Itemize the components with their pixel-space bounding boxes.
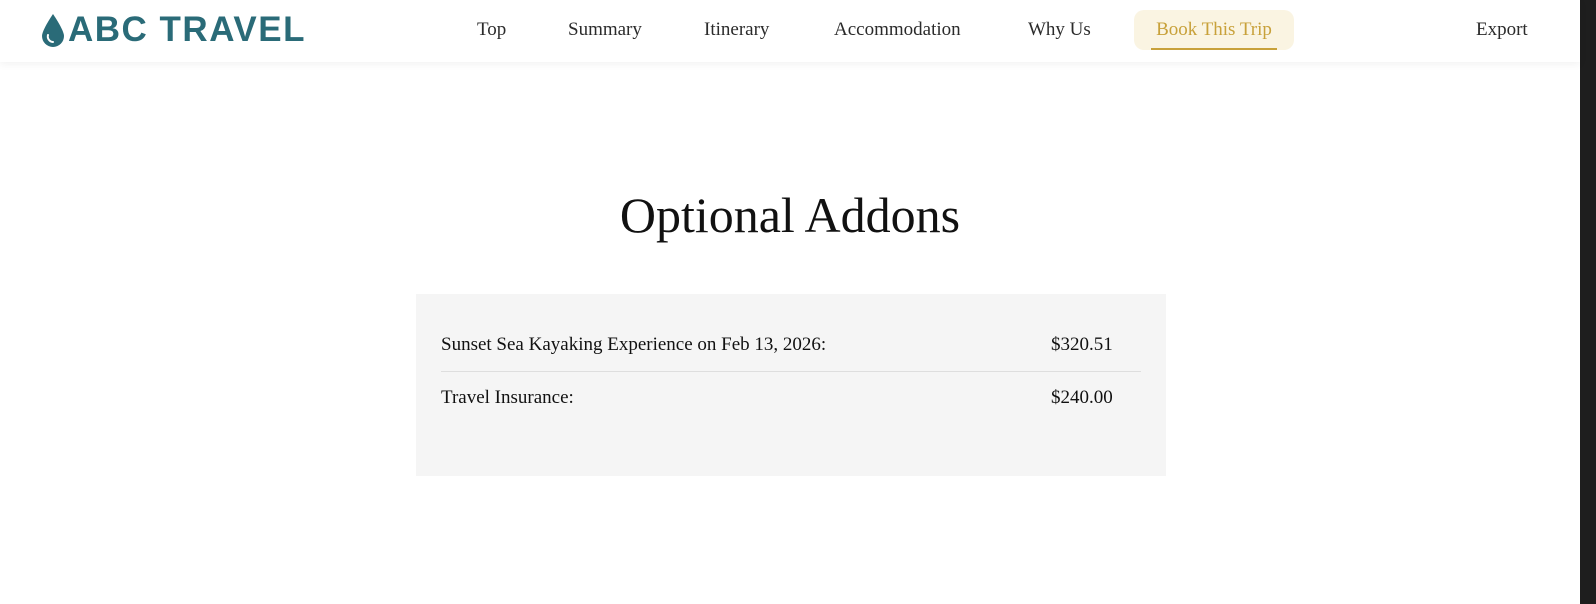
addon-label: Sunset Sea Kayaking Experience on Feb 13… [441, 334, 827, 355]
nav-itinerary[interactable]: Itinerary [704, 10, 769, 50]
nav-top[interactable]: Top [477, 10, 506, 50]
nav-why-us[interactable]: Why Us [1028, 10, 1091, 50]
addon-row: Travel Insurance: $240.00 [441, 372, 1141, 424]
addon-price: $320.51 [1051, 334, 1113, 355]
addons-panel: Sunset Sea Kayaking Experience on Feb 13… [416, 294, 1166, 476]
addon-price: $240.00 [1051, 387, 1113, 408]
window-scrollbar[interactable] [1580, 0, 1596, 604]
page: ABC TRAVEL Top Summary Itinerary Accommo… [0, 0, 1580, 604]
book-this-trip-label: Book This Trip [1156, 19, 1272, 40]
export-button[interactable]: Export [1476, 10, 1528, 50]
nav-accommodation[interactable]: Accommodation [834, 10, 961, 50]
brand-logo[interactable]: ABC TRAVEL [40, 10, 306, 50]
brand-name: ABC TRAVEL [68, 10, 306, 49]
addon-label: Travel Insurance: [441, 387, 574, 408]
addon-row: Sunset Sea Kayaking Experience on Feb 13… [441, 319, 1141, 372]
book-this-trip-button[interactable]: Book This Trip [1134, 10, 1294, 50]
nav-summary[interactable]: Summary [568, 10, 642, 50]
water-drop-icon [42, 14, 64, 47]
section-title: Optional Addons [619, 187, 961, 243]
active-underline [1151, 48, 1277, 50]
top-navigation-bar: ABC TRAVEL Top Summary Itinerary Accommo… [0, 0, 1580, 62]
